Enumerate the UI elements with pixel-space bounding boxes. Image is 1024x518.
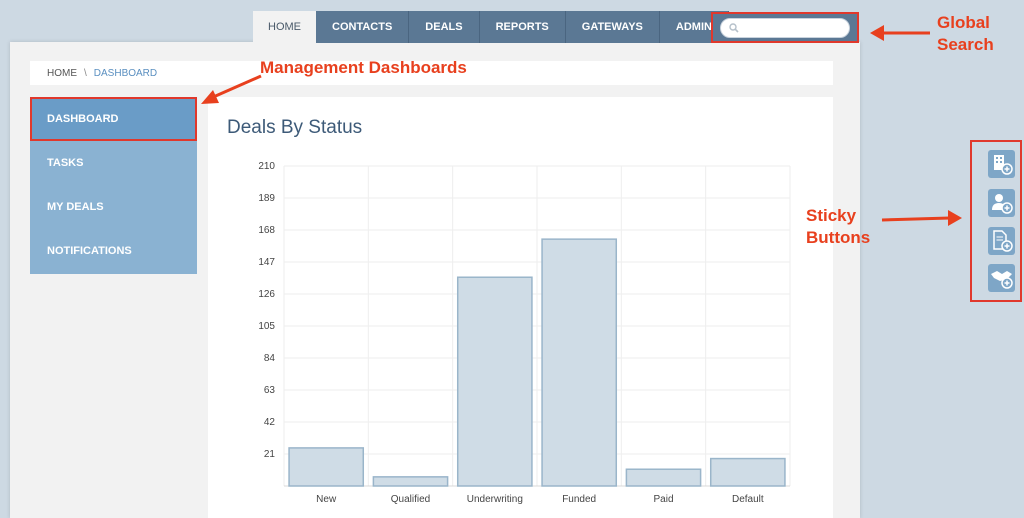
y-tick-label: 147	[258, 257, 275, 268]
annotation-arrow-management	[201, 74, 262, 104]
sidebar-item-notifications[interactable]: NOTIFICATIONS	[30, 229, 197, 273]
add-contact-button[interactable]	[988, 189, 1015, 217]
annotation-buttons: Buttons	[806, 228, 871, 247]
tab-reports[interactable]: REPORTS	[479, 11, 566, 43]
x-tick-label: New	[316, 494, 337, 505]
y-tick-label: 84	[264, 353, 276, 364]
deals-by-status-chart: 21 42 63 84 105 126 147 168 189 210 New Qualified Un…	[258, 161, 791, 505]
bar-underwriting	[456, 276, 533, 487]
add-deal-icon	[991, 271, 1013, 289]
annotation-management-dashboards: Management Dashboards	[260, 58, 467, 77]
tab-home[interactable]: HOME	[253, 11, 316, 43]
add-document-icon	[993, 230, 1013, 252]
sidebar-item-my-deals[interactable]: MY DEALS	[30, 185, 197, 229]
y-tick-label: 63	[264, 385, 276, 396]
y-tick-label: 189	[258, 193, 275, 204]
y-tick-label: 126	[258, 289, 275, 300]
search-input[interactable]	[744, 22, 844, 33]
bar-new	[288, 447, 365, 487]
sticky-buttons	[970, 140, 1022, 302]
breadcrumb-current[interactable]: DASHBOARD	[94, 68, 157, 79]
x-tick-label: Default	[732, 494, 764, 505]
bar-qualified	[372, 476, 449, 487]
add-deal-button[interactable]	[988, 264, 1015, 292]
y-tick-label: 210	[258, 161, 275, 172]
chart-card: Deals By Status 21 42 63 84 105 126 147 168 189 2…	[208, 97, 833, 518]
breadcrumb-home[interactable]: HOME	[47, 68, 77, 79]
add-company-button[interactable]	[988, 150, 1015, 178]
annotation-search: Search	[937, 35, 994, 54]
annotation-global: Global	[937, 13, 990, 32]
add-document-button[interactable]	[988, 227, 1015, 255]
bar-paid	[625, 468, 702, 487]
x-tick-label: Qualified	[391, 494, 430, 505]
annotation-arrow-sticky	[881, 210, 962, 226]
y-tick-label: 21	[264, 449, 276, 460]
annotation-arrow-search	[870, 25, 930, 41]
tab-gateways[interactable]: GATEWAYS	[565, 11, 660, 43]
y-tick-label: 168	[258, 225, 275, 236]
add-company-icon	[994, 155, 1013, 175]
y-tick-label: 105	[258, 321, 275, 332]
x-tick-label: Funded	[562, 494, 596, 505]
tab-contacts[interactable]: CONTACTS	[316, 11, 410, 43]
add-contact-icon	[992, 194, 1013, 214]
search-icon	[729, 22, 739, 33]
y-tick-label: 42	[264, 417, 276, 428]
x-tick-label: Underwriting	[467, 494, 523, 505]
annotation-sticky: Sticky	[806, 206, 857, 225]
top-navigation: HOME CONTACTS DEALS REPORTS GATEWAYS ADMIN	[253, 11, 729, 43]
global-search	[711, 12, 859, 43]
breadcrumb-separator: \	[84, 67, 87, 79]
search-field[interactable]	[720, 17, 850, 38]
tab-deals[interactable]: DEALS	[409, 11, 480, 43]
x-tick-label: Paid	[653, 494, 673, 505]
sidebar-item-dashboard[interactable]: DASHBOARD	[30, 97, 197, 141]
sidebar-item-tasks[interactable]: TASKS	[30, 141, 197, 185]
bar-default	[709, 457, 786, 487]
sidebar: DASHBOARD TASKS MY DEALS NOTIFICATIONS	[30, 97, 197, 274]
bar-funded	[541, 238, 618, 487]
